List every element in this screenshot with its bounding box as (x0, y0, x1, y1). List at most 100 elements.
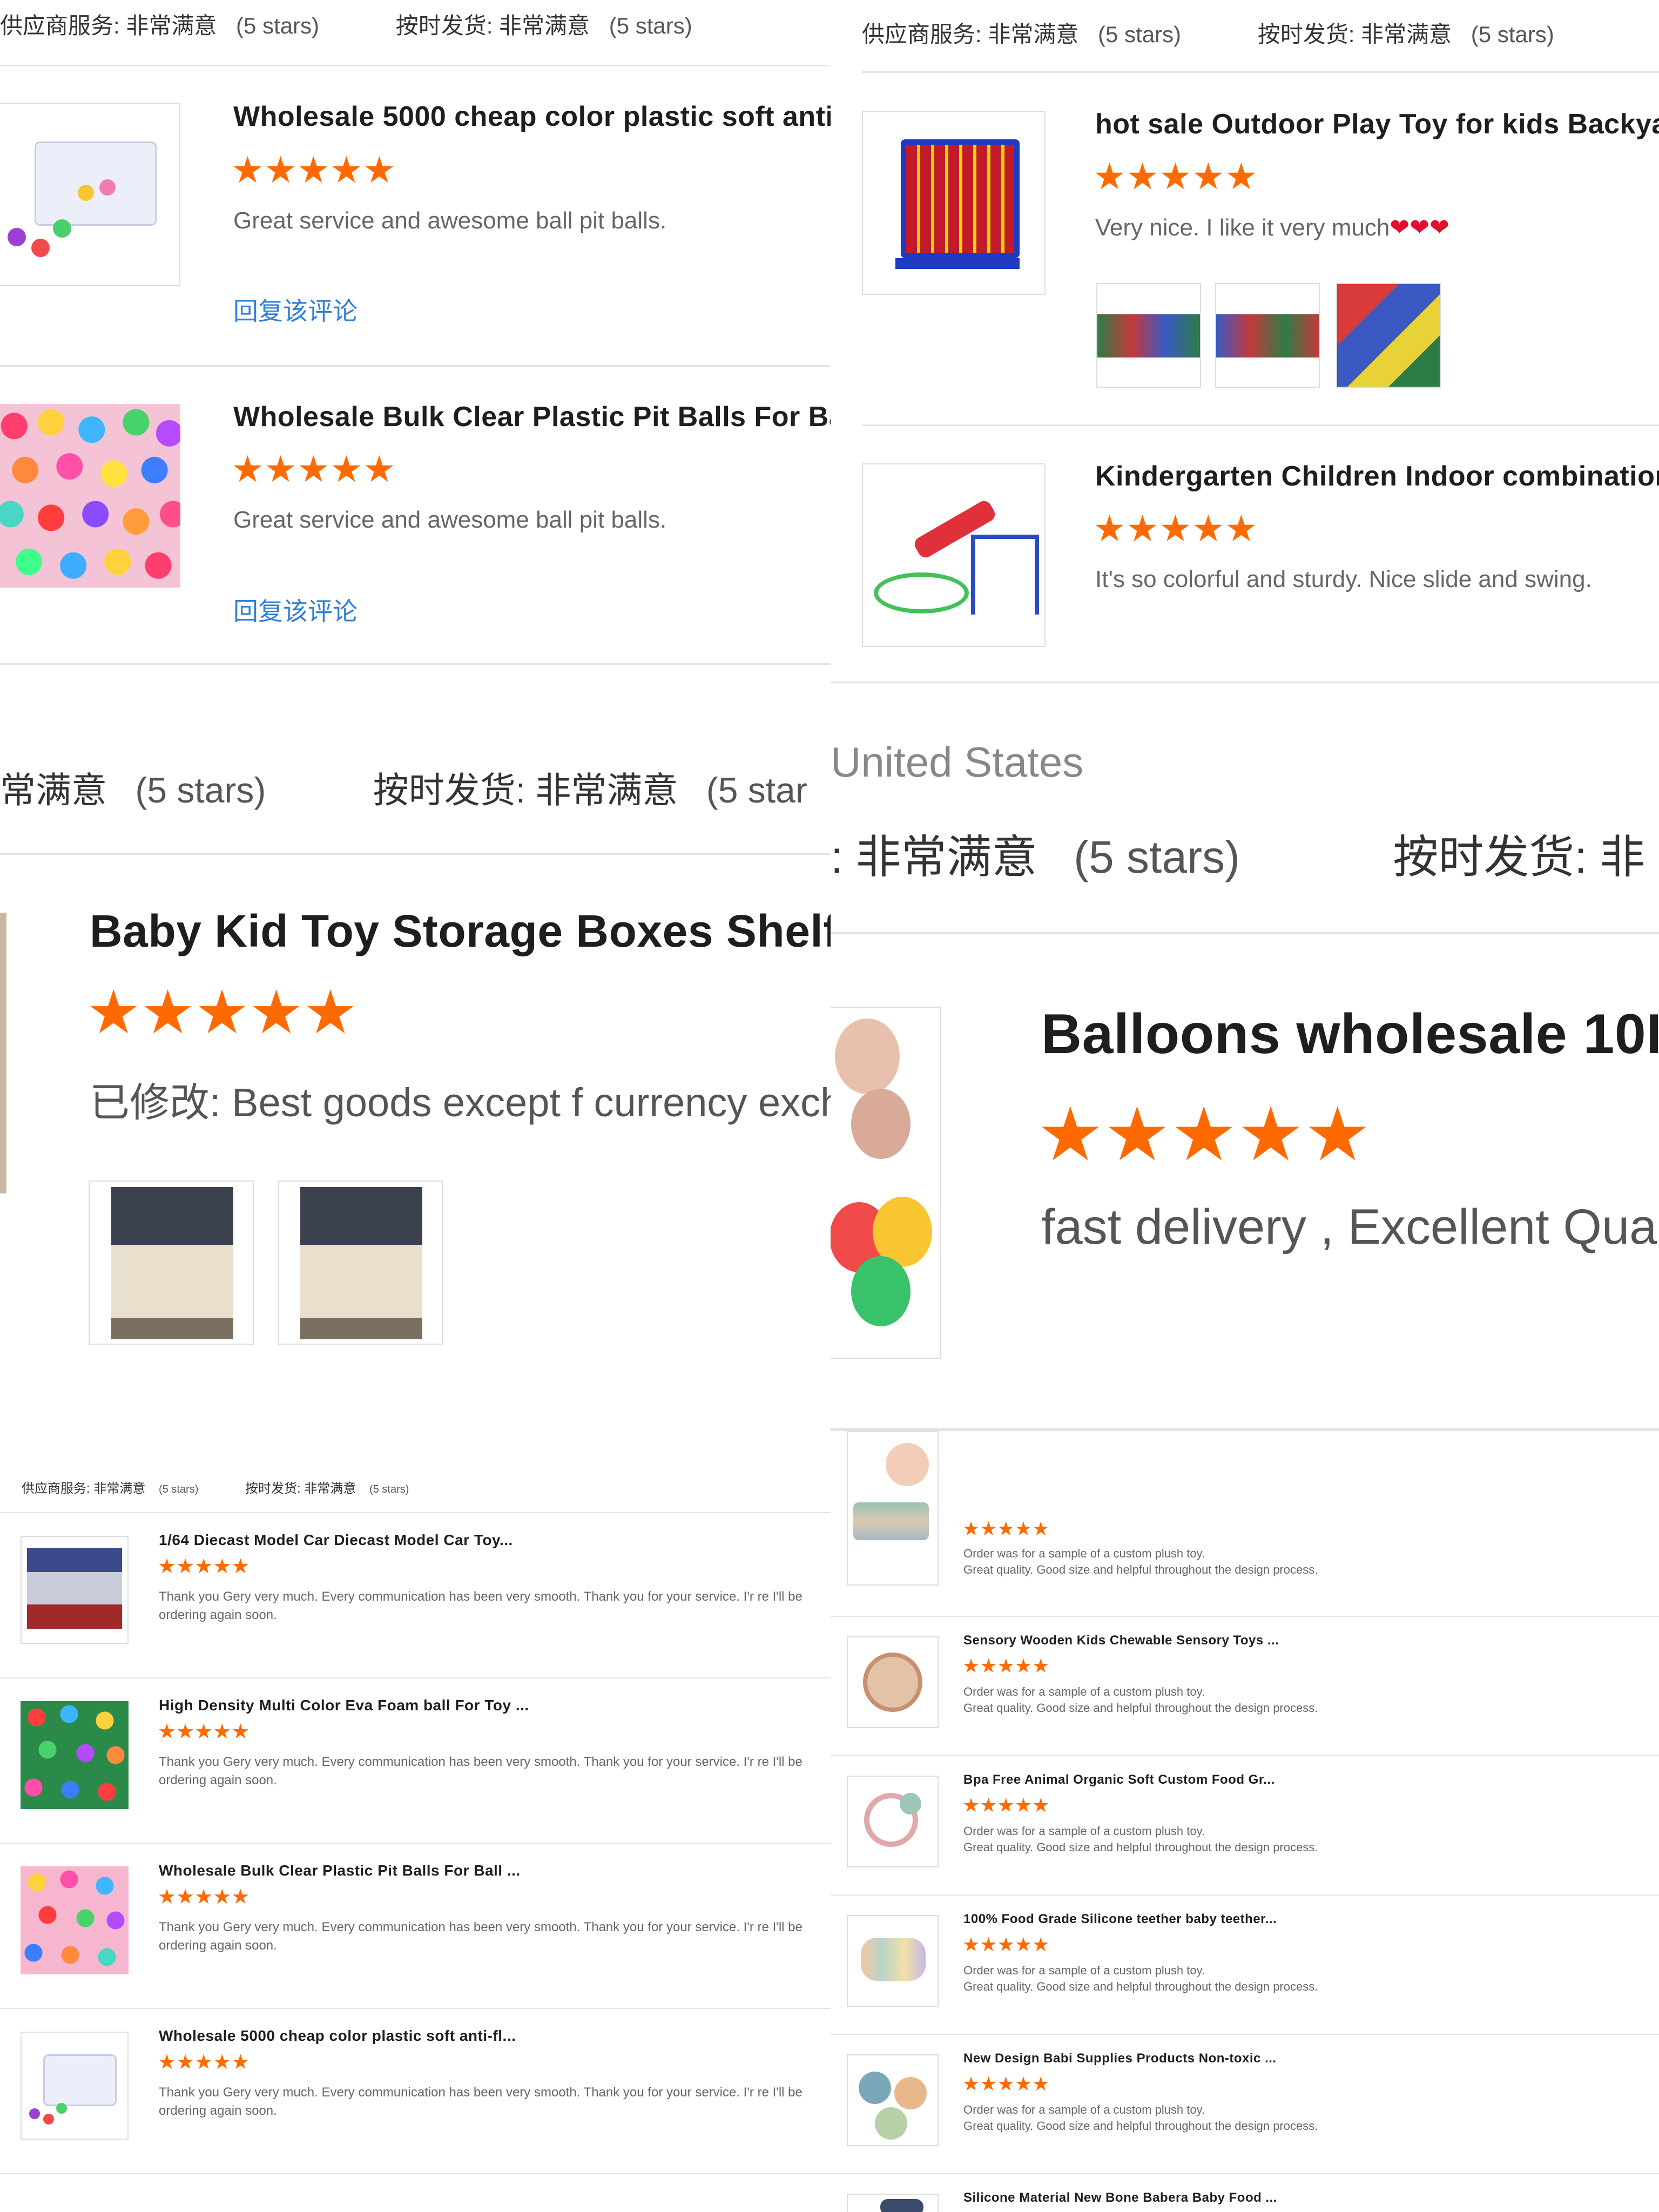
divider (862, 424, 1659, 426)
storage-shelf-image (111, 1187, 233, 1339)
product-title[interactable]: Bpa Free Animal Organic Soft Custom Food… (963, 1772, 1275, 1788)
product-thumbnail[interactable] (847, 1636, 939, 1728)
connect-four-toy-image (901, 139, 1020, 258)
divider (0, 663, 831, 665)
baby-supplies-image (894, 2077, 927, 2109)
product-thumbnail[interactable] (0, 103, 180, 286)
product-title[interactable]: Wholesale 5000 cheap color plastic soft … (159, 2027, 516, 2045)
supplier-service-rating: 供应商服务: 非常满意 (22, 1481, 146, 1496)
rating-stars: ★★★★★ (962, 1794, 1050, 1816)
divider (831, 1616, 1659, 1617)
rating-stars: ★★★★★ (962, 1933, 1050, 1955)
supplier-service-rating: 常满意 (0, 770, 107, 810)
baby-supplies-image (875, 2107, 907, 2140)
on-time-shipping-rating: 按时发货: 非 (1393, 832, 1645, 882)
animal-teether-image (900, 1793, 921, 1815)
rating-stars: ★★★★★ (1037, 1093, 1371, 1176)
on-time-shipping-rating: 按时发货: 非常满意 (1257, 22, 1452, 47)
baby-face-image (886, 1443, 929, 1486)
rating-stars: ★★★★★ (1093, 156, 1258, 197)
product-thumbnail[interactable] (847, 2054, 939, 2146)
supplier-service-stars: (5 stars) (159, 1483, 199, 1495)
ball-image (53, 219, 71, 238)
product-thumbnail[interactable] (21, 1866, 129, 1974)
product-thumbnail-edge[interactable] (0, 913, 6, 1193)
ball-image (99, 179, 116, 195)
rating-summary-row: 供应商服务: 非常满意 (5 stars) 按时发货: 非常满意 (5 star… (862, 16, 1554, 49)
product-title[interactable]: Balloons wholesale 10Inc (1041, 1002, 1659, 1067)
product-thumbnail[interactable] (847, 1431, 939, 1586)
supplier-service-rating: 供应商服务: 非常满意 (862, 22, 1079, 47)
review-panel-top-left: 供应商服务: 非常满意 (5 stars) 按时发货: 非常满意 (5 star… (0, 0, 831, 697)
review-comment-line-2: Great quality. Good size and helpful thr… (963, 1840, 1318, 1854)
ball-image (56, 2103, 67, 2114)
product-thumbnail[interactable] (862, 111, 1046, 295)
review-comment-line-2: Great quality. Good size and helpful thr… (963, 1980, 1318, 1993)
supplier-service-stars: (5 stars) (135, 770, 266, 810)
heart-icons: ❤❤❤ (1390, 214, 1449, 241)
foam-balls-image (21, 1701, 129, 1809)
product-thumbnail[interactable] (0, 404, 180, 588)
divider (831, 1755, 1659, 1756)
product-title[interactable]: 100% Food Grade Silicone teether baby te… (963, 1912, 1277, 1927)
review-photo[interactable] (1096, 283, 1201, 388)
product-thumbnail[interactable] (831, 1007, 941, 1359)
divider (831, 2173, 1659, 2174)
product-thumbnail[interactable] (847, 2194, 939, 2212)
review-photo[interactable] (1215, 283, 1320, 388)
reply-comment-link[interactable]: 回复该评论 (233, 592, 358, 628)
review-comment: Thank you Gery very much. Every communic… (159, 1755, 802, 1788)
ball-box-image (43, 2054, 117, 2106)
country-label: United States (831, 738, 1084, 786)
review-panel-bottom-left: 供应商服务: 非常满意 (5 stars) 按时发货: 非常满意 (5 star… (0, 1431, 831, 2212)
product-thumbnail[interactable] (21, 1701, 129, 1809)
pit-balls-image (21, 1866, 129, 1974)
review-comment-line-1: Order was for a sample of a custom plush… (963, 1547, 1205, 1560)
review-comment: 已修改: Best goods except f currency excha (90, 1080, 831, 1125)
product-thumbnail[interactable] (847, 1915, 939, 2007)
divider (0, 1843, 831, 1844)
product-thumbnail[interactable] (847, 1776, 939, 1867)
product-title[interactable]: Kindergarten Children Indoor combination… (1095, 460, 1659, 493)
divider (0, 853, 831, 855)
rating-summary-row: 供应商服务: 非常满意 (5 stars) 按时发货: 非常满意 (5 star… (22, 1478, 409, 1496)
product-thumbnail[interactable] (21, 2032, 129, 2140)
rating-stars: ★★★★★ (1093, 508, 1258, 549)
divider (0, 1512, 831, 1513)
review-photo[interactable] (1336, 283, 1441, 388)
divider (0, 1677, 831, 1678)
on-time-shipping-rating: 按时发货: 非常满意 (245, 1481, 356, 1496)
supplier-service-stars: (5 stars) (236, 13, 320, 38)
review-comment: Thank you Gery very much. Every communic… (159, 2085, 802, 2118)
baby-supplies-image (859, 2072, 891, 2104)
supplier-service-stars: (5 stars) (1098, 22, 1182, 47)
product-thumbnail[interactable] (21, 1536, 129, 1644)
play-area-image (1097, 314, 1200, 358)
product-title[interactable]: Sensory Wooden Kids Chewable Sensory Toy… (963, 1633, 1279, 1648)
review-comment-line-2: Great quality. Good size and helpful thr… (963, 2119, 1318, 2133)
product-title[interactable]: Baby Kid Toy Storage Boxes Shelf bas (90, 905, 831, 957)
rating-summary-row: : 非常满意 (5 stars) 按时发货: 非 (831, 821, 1645, 886)
product-thumbnail[interactable] (862, 463, 1046, 647)
rating-stars: ★★★★★ (158, 2051, 250, 2074)
review-photo[interactable] (89, 1181, 254, 1345)
product-title[interactable]: Silicone Material New Bone Babera Baby F… (963, 2190, 1277, 2206)
product-title[interactable]: Wholesale 5000 cheap color plastic soft … (233, 100, 831, 133)
reply-comment-link[interactable]: 回复该评论 (233, 292, 358, 327)
product-title[interactable]: Wholesale Bulk Clear Plastic Pit Balls F… (233, 401, 831, 433)
product-title[interactable]: New Design Babi Supplies Products Non-to… (963, 2051, 1277, 2066)
supplier-service-stars: (5 stars) (1074, 832, 1240, 882)
review-comment-line-1: Order was for a sample of a custom plush… (963, 2103, 1205, 2116)
ball-image (78, 185, 94, 201)
bone-teether-image (880, 2199, 923, 2212)
product-title[interactable]: Wholesale Bulk Clear Plastic Pit Balls F… (159, 1862, 521, 1879)
divider (862, 71, 1659, 73)
rating-summary-row: 供应商服务: 非常满意 (5 stars) 按时发货: 非常满意 (5 star… (0, 8, 692, 41)
ball-image (29, 2108, 40, 2119)
product-title[interactable]: High Density Multi Color Eva Foam ball F… (159, 1697, 529, 1714)
review-photo[interactable] (278, 1181, 443, 1345)
product-title[interactable]: hot sale Outdoor Play Toy for kids Backy… (1095, 108, 1659, 140)
supplier-service-rating: : 非常满意 (831, 832, 1037, 882)
rating-stars: ★★★★★ (231, 449, 396, 490)
product-title[interactable]: 1/64 Diecast Model Car Diecast Model Car… (159, 1532, 513, 1549)
